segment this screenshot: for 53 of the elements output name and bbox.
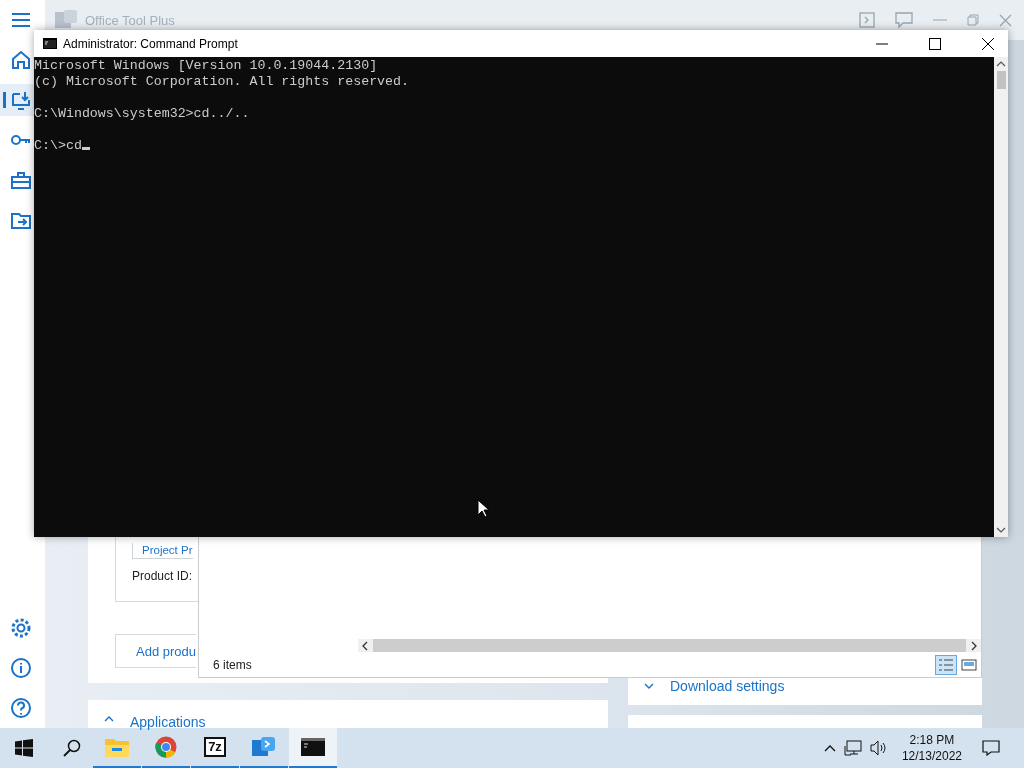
large-icons-view-icon[interactable] — [961, 657, 977, 672]
section-title: Download settings — [670, 680, 785, 692]
window-title: Office Tool Plus — [85, 12, 175, 28]
home-icon — [10, 49, 32, 71]
notifications-icon[interactable] — [982, 740, 1000, 756]
section-title: Applications — [130, 716, 206, 728]
add-product-button[interactable]: Add produ — [115, 634, 196, 668]
scroll-right-icon[interactable] — [970, 640, 978, 651]
download-settings-header[interactable]: Download settings — [628, 678, 982, 705]
monitor-download-icon — [10, 89, 32, 111]
close-icon[interactable] — [982, 37, 994, 50]
app-logo-icon — [252, 736, 276, 758]
console-line: C:\>cd — [34, 138, 82, 153]
clock[interactable]: 2:18 PM 12/13/2022 — [901, 732, 962, 764]
volume-icon[interactable] — [869, 740, 888, 756]
settings-icon — [10, 617, 32, 639]
info-icon — [10, 657, 32, 679]
console-window-icon — [43, 38, 57, 49]
browser-icon — [155, 736, 177, 758]
scroll-thumb[interactable] — [996, 71, 1006, 89]
applications-header[interactable]: Applications — [88, 700, 608, 728]
clock-time: 2:18 PM — [909, 732, 955, 748]
chevron-up-icon[interactable] — [823, 744, 836, 752]
help-icon — [10, 697, 32, 719]
mouse-pointer-icon — [477, 499, 489, 518]
taskbar-app[interactable] — [289, 728, 337, 768]
console-line: (c) Microsoft Corporation. All rights reserved. — [34, 74, 410, 89]
chevron-down-icon — [644, 683, 654, 689]
console-line: Microsoft Windows [Version 10.0.19044.2130] — [34, 58, 378, 73]
horizontal-scrollbar[interactable] — [358, 639, 981, 652]
toolbox-icon — [10, 169, 32, 191]
item-count: 6 items — [213, 657, 252, 672]
product-id-label: Product ID: — [132, 569, 194, 583]
clock-date: 12/13/2022 — [901, 748, 962, 764]
scroll-down-icon[interactable] — [996, 526, 1006, 534]
window-title: Administrator: Command Prompt — [63, 36, 238, 51]
console-line: C:\Windows\system32>cd../.. — [34, 106, 250, 121]
terminal-icon — [301, 738, 325, 756]
search-icon[interactable] — [63, 739, 81, 757]
details-view-icon[interactable] — [935, 654, 957, 675]
scroll-left-icon[interactable] — [361, 640, 369, 651]
product-tab[interactable]: Project Pr — [132, 543, 193, 559]
nav-item[interactable] — [0, 84, 34, 116]
scroll-up-icon[interactable] — [996, 60, 1006, 68]
vertical-scrollbar[interactable] — [994, 57, 1008, 537]
app-logo-icon — [55, 10, 77, 30]
taskbar-app[interactable]: 7z — [191, 728, 239, 768]
windows-start-icon[interactable] — [15, 739, 33, 757]
network-icon[interactable] — [843, 740, 862, 756]
chevron-up-icon — [104, 716, 114, 722]
folder-icon — [105, 737, 129, 757]
archiver-icon: 7z — [204, 737, 226, 757]
maximize-icon[interactable] — [929, 37, 941, 50]
